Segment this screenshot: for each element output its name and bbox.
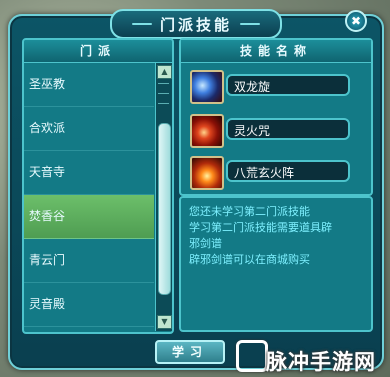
blue-dragon-skill-icon [190,70,224,104]
skill-list-panel: 技能名称 双龙旋 灵火咒 八荒玄火阵 [179,38,373,196]
sect-item[interactable]: 灵音殿 [24,283,154,327]
sect-list-header: 门派 [24,40,172,63]
skill-row[interactable]: 八荒玄火阵 [190,156,350,190]
description-line: 邪剑谱 [189,237,222,250]
watermark-text: 脉冲手游网 [266,350,376,374]
sect-list-panel: 门派 圣巫教 合欢派 天音寺 焚香谷 青云门 灵音殿 ▲ ▼ [22,38,174,334]
fire-orb-skill-icon [190,114,224,148]
scroll-up-icon[interactable]: ▲ [157,65,172,79]
scroll-thumb[interactable] [158,123,171,295]
sect-item[interactable]: 天音寺 [24,151,154,195]
skill-name: 灵火咒 [226,118,350,140]
description-line: 您还未学习第二门派技能 [189,205,310,218]
sect-list-scrollbar[interactable]: ▲ ▼ [155,63,172,331]
scroll-track-mark [158,103,169,110]
sect-item[interactable]: 圣巫教 [24,63,154,107]
skill-list-header: 技能名称 [181,40,371,63]
description-line: 辟邪剑谱可以在商城购买 [189,253,310,266]
scroll-track-mark [158,93,169,100]
title-ornament-right [240,23,260,25]
flame-array-skill-icon [190,156,224,190]
skill-row[interactable]: 灵火咒 [190,114,350,148]
watermark-logo-icon [236,340,268,372]
title-bar: 门派技能 [110,9,282,39]
description-line: 学习第二门派技能需要道具辟 [189,221,332,234]
scroll-track-mark [158,83,169,90]
sect-item[interactable]: 合欢派 [24,107,154,151]
skill-row[interactable]: 双龙旋 [190,70,350,104]
window-title: 门派技能 [159,15,232,34]
scroll-down-icon[interactable]: ▼ [157,315,172,329]
sect-item-selected[interactable]: 焚香谷 [24,195,154,239]
skill-name: 八荒玄火阵 [226,160,350,182]
skill-name: 双龙旋 [226,74,350,96]
skill-description-panel: 您还未学习第二门派技能 学习第二门派技能需要道具辟 邪剑谱 辟邪剑谱可以在商城购… [179,196,373,332]
close-icon[interactable]: ✖ [345,10,367,32]
sect-item[interactable]: 青云门 [24,239,154,283]
learn-button[interactable]: 学习 [155,340,225,364]
sect-list: 圣巫教 合欢派 天音寺 焚香谷 青云门 灵音殿 [24,63,154,327]
title-ornament-left [131,23,152,25]
